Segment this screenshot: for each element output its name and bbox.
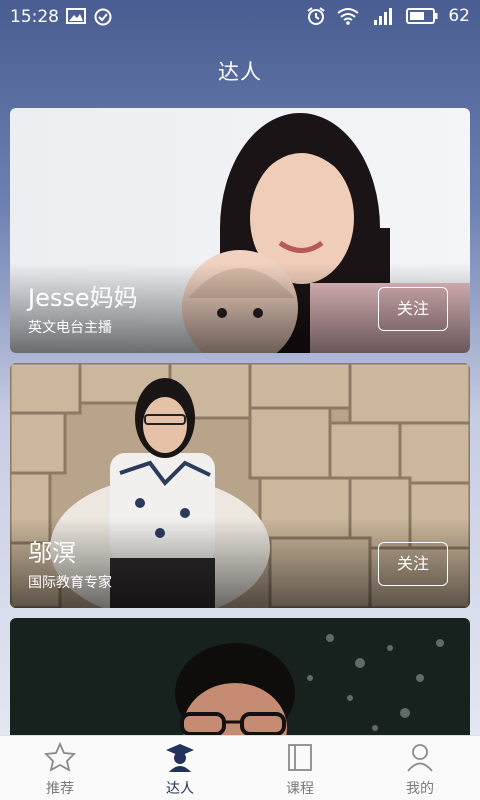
tab-label: 我的 [406,781,434,797]
tab-label: 课程 [286,781,314,797]
status-icons-left [66,8,112,26]
image-icon [66,8,86,24]
expert-photo [10,618,470,748]
alarm-icon [307,7,325,25]
check-circle-icon [94,8,112,26]
user-icon [407,744,433,772]
tab-label: 达人 [166,781,194,797]
tab-recommend[interactable]: 推荐 [0,736,120,800]
tab-mine[interactable]: 我的 [360,736,480,800]
expert-card[interactable]: 邬溟 国际教育专家 关注 [10,363,470,608]
star-icon [44,741,76,772]
tab-courses[interactable]: 课程 [240,736,360,800]
expert-card[interactable] [10,618,470,748]
expert-description: 英文电台主播 [28,320,112,336]
bottom-tab-bar: 推荐 达人 课程 我的 [0,735,480,800]
signal-icon [374,8,393,25]
follow-button[interactable]: 关注 [378,542,448,586]
wifi-icon [337,8,359,25]
expert-description: 国际教育专家 [28,575,112,591]
follow-button[interactable]: 关注 [378,287,448,331]
tab-label: 推荐 [46,781,74,797]
page-title: 达人 [218,60,262,84]
expert-name: 邬溟 [28,539,76,567]
status-time: 15:28 [10,7,59,27]
status-icons-right: 62 [306,6,470,26]
battery-percent: 62 [448,6,470,26]
tab-experts[interactable]: 达人 [120,736,240,800]
battery-icon [406,8,438,24]
expert-card[interactable]: Jesse妈妈 英文电台主播 关注 [10,108,470,353]
graduate-icon [166,744,194,772]
status-bar: 15:28 62 [0,0,480,34]
expert-name: Jesse妈妈 [28,284,138,312]
book-icon [288,744,312,771]
